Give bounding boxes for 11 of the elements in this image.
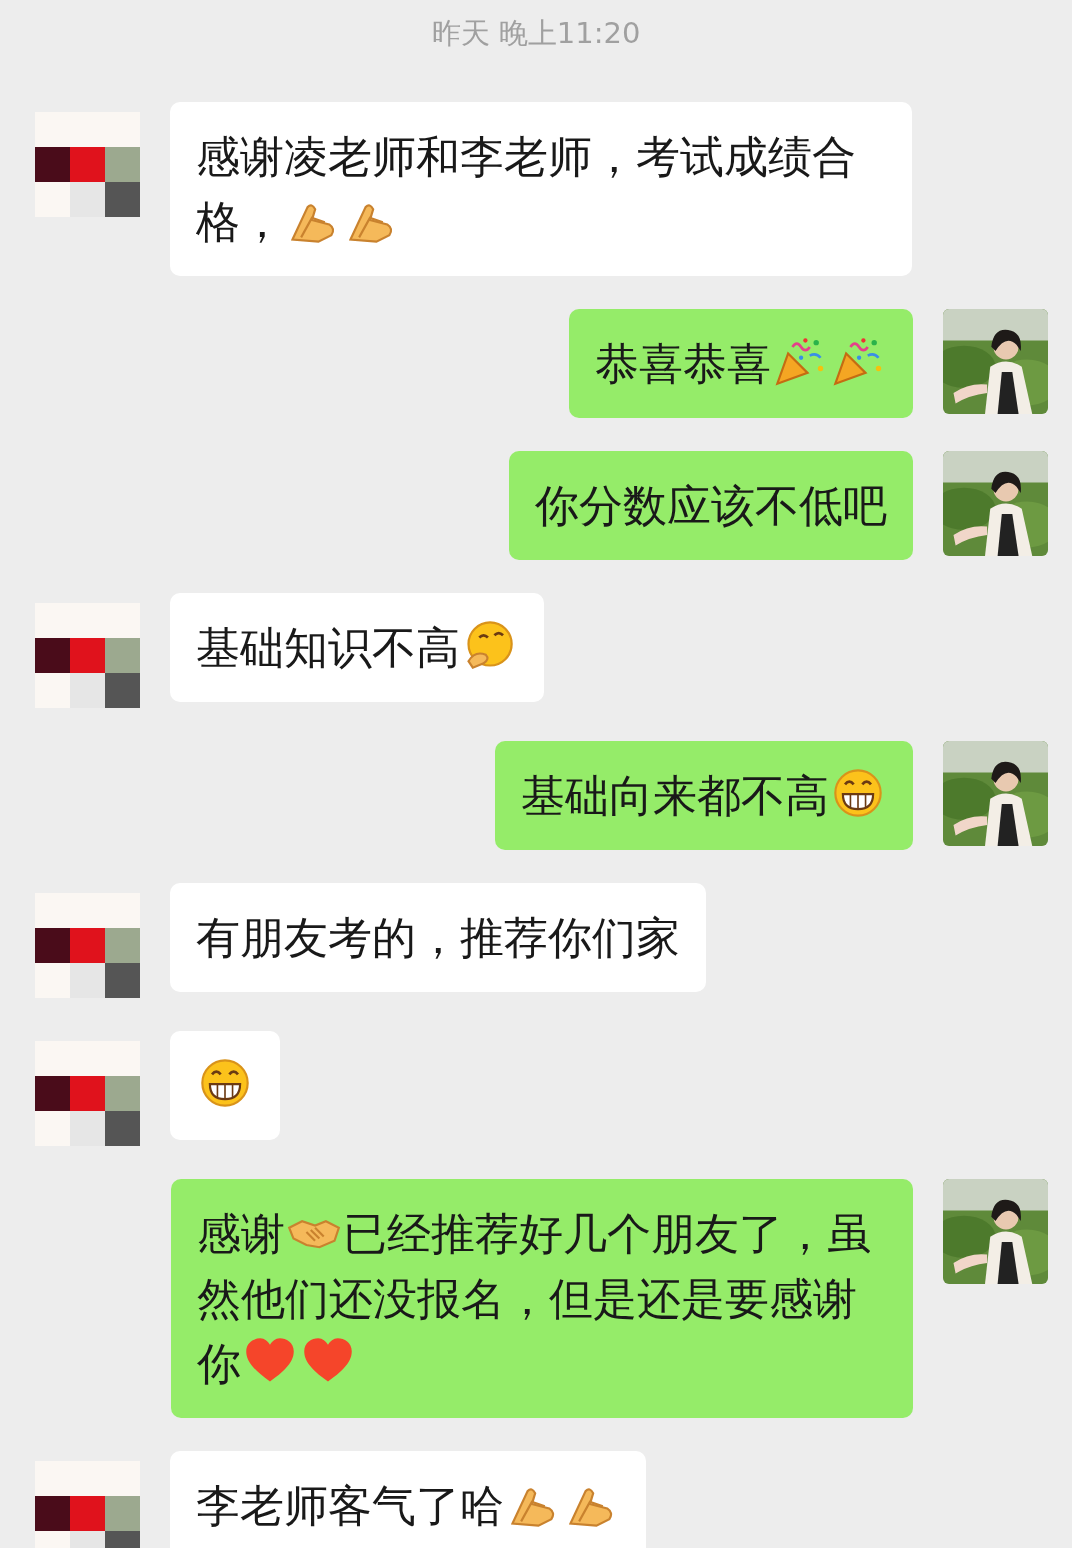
message-bubble: 基础知识不高: [170, 593, 544, 702]
message-bubble: 感谢 已经推荐好几个朋友了，虽然他们还没报名，但是还是要感谢你: [171, 1179, 913, 1418]
message-bubble: 感谢凌老师和李老师，考试成绩合格，: [170, 102, 912, 276]
message-bubble: 恭喜恭喜: [569, 309, 913, 418]
message-bubble: 你分数应该不低吧: [509, 451, 913, 560]
message-bubble: 李老师客气了哈: [170, 1451, 646, 1548]
message-bubble: 有朋友考的，推荐你们家: [170, 883, 706, 992]
message-bubble: 基础向来都不高: [495, 741, 913, 850]
timestamp: 昨天 晚上11:20: [430, 15, 642, 52]
grinning-face-icon: [198, 1056, 252, 1110]
grinning-face-icon: [831, 766, 885, 820]
